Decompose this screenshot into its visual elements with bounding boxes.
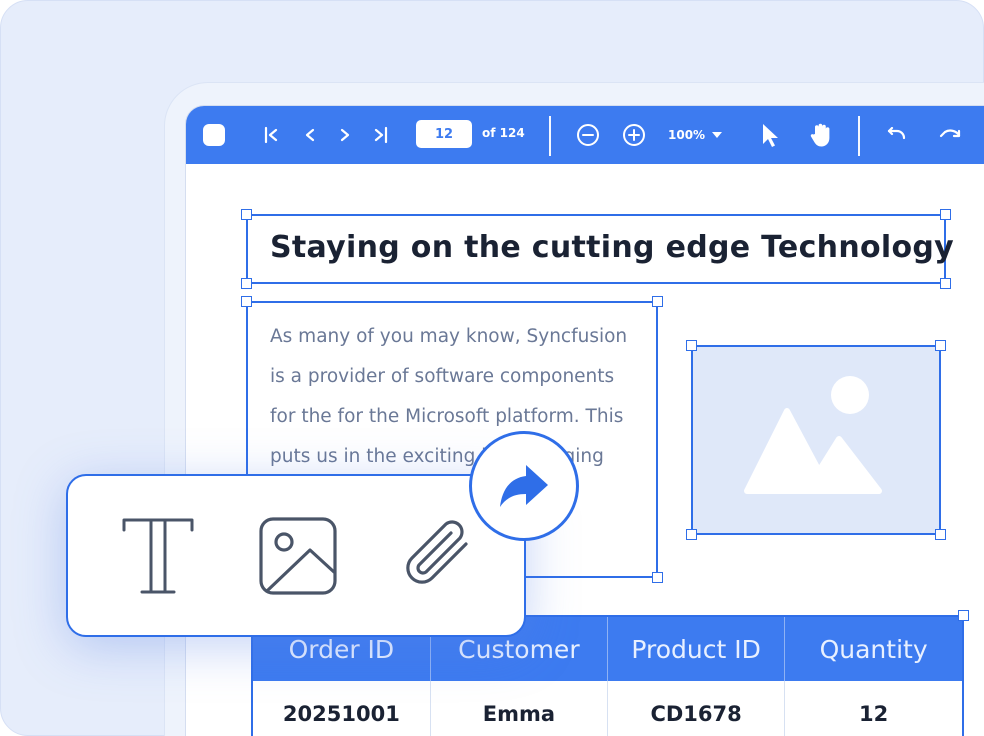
toolbar: of 124 100% <box>186 106 984 164</box>
toolbar-divider <box>858 116 860 156</box>
app-icon[interactable] <box>200 106 228 164</box>
paragraph-line: puts us in the exciting b nging <box>270 446 604 467</box>
text-tool-button[interactable] <box>116 514 200 598</box>
resize-handle[interactable] <box>241 296 252 307</box>
redo-icon[interactable] <box>936 106 964 164</box>
resize-handle[interactable] <box>940 278 951 289</box>
undo-icon[interactable] <box>884 106 910 164</box>
zoom-level-value: 100% <box>668 128 706 142</box>
image-selection-box[interactable] <box>686 340 946 540</box>
title-selection-box[interactable]: Staying on the cutting edge Technology <box>241 209 954 289</box>
image-tool-button[interactable] <box>256 514 340 598</box>
page-number-input[interactable] <box>416 120 472 148</box>
select-cursor-icon[interactable] <box>756 106 782 164</box>
insert-tool-palette <box>66 474 526 637</box>
share-arrow-icon <box>500 465 548 507</box>
previous-page-icon[interactable] <box>297 106 323 164</box>
next-page-icon[interactable] <box>332 106 358 164</box>
table-row: 20251001 Emma CD1678 12 <box>253 681 962 736</box>
first-page-icon[interactable] <box>258 106 284 164</box>
share-button[interactable] <box>469 431 579 541</box>
paragraph-line: is a provider of software components <box>270 366 615 387</box>
page-count-label: of 124 <box>482 126 525 140</box>
table-header-cell: Product ID <box>607 617 786 681</box>
image-placeholder-icon <box>744 376 882 494</box>
table-cell: CD1678 <box>607 681 786 736</box>
zoom-level-dropdown[interactable]: 100% <box>668 106 723 164</box>
resize-handle[interactable] <box>958 610 969 621</box>
resize-handle[interactable] <box>652 572 663 583</box>
toolbar-divider <box>549 116 551 156</box>
attachment-tool-button[interactable] <box>396 514 480 598</box>
document-title: Staying on the cutting edge Technology <box>270 230 955 265</box>
resize-handle[interactable] <box>652 296 663 307</box>
table-cell: 12 <box>859 702 889 726</box>
image-tool-icon <box>259 517 337 595</box>
table-header-cell: Quantity <box>784 617 962 681</box>
table-cell: Emma <box>430 681 609 736</box>
text-tool-icon <box>122 518 194 594</box>
zoom-in-icon[interactable] <box>620 106 648 164</box>
zoom-dropdown-icon <box>712 132 723 138</box>
resize-handle[interactable] <box>940 209 951 220</box>
attachment-tool-icon <box>406 520 468 584</box>
paragraph-line: As many of you may know, Syncfusion <box>270 326 628 347</box>
resize-handle[interactable] <box>241 209 252 220</box>
paragraph-line: for the for the Microsoft platform. This <box>270 406 624 427</box>
resize-handle[interactable] <box>241 278 252 289</box>
last-page-icon[interactable] <box>368 106 394 164</box>
pan-hand-icon[interactable] <box>806 106 836 164</box>
zoom-out-icon[interactable] <box>574 106 602 164</box>
table-cell: 20251001 <box>253 681 431 736</box>
